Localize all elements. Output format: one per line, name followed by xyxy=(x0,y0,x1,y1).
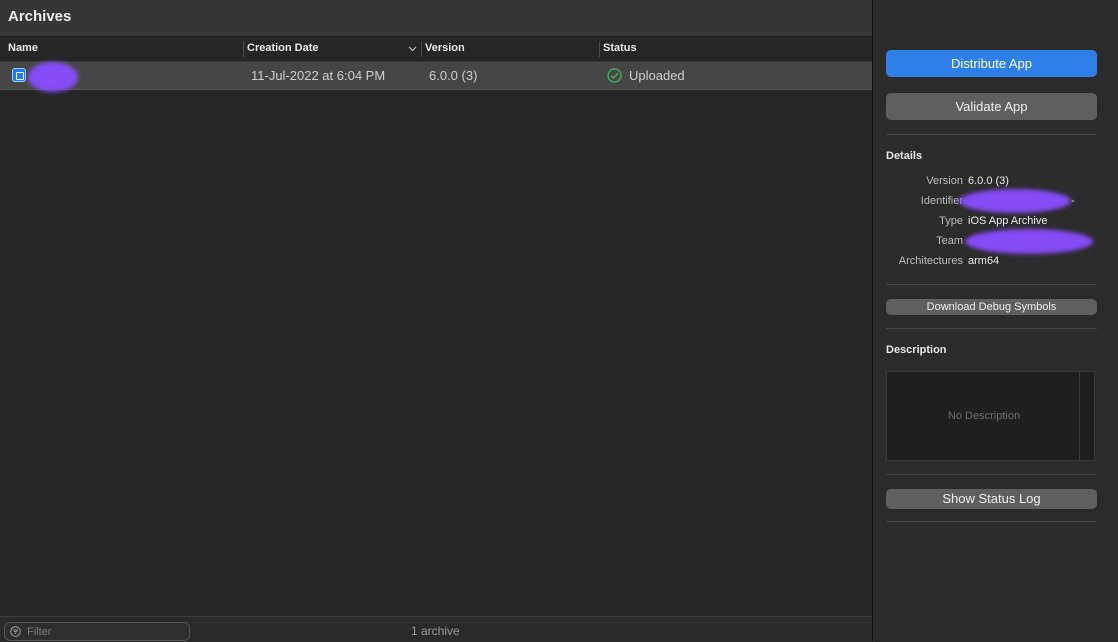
validate-app-button[interactable]: Validate App xyxy=(886,93,1097,120)
app-icon xyxy=(12,68,26,82)
divider xyxy=(886,284,1097,285)
chevron-down-icon xyxy=(408,46,417,52)
divider xyxy=(886,474,1097,475)
titlebar: Archives xyxy=(0,0,872,37)
detail-type-value: iOS App Archive xyxy=(968,215,1048,227)
detail-architectures-value: arm64 xyxy=(968,255,1000,267)
description-scrollbar[interactable] xyxy=(1079,372,1094,460)
divider xyxy=(886,521,1097,522)
distribute-app-button[interactable]: Distribute App xyxy=(886,50,1097,77)
detail-identifier-label: Identifier xyxy=(920,195,963,207)
download-debug-symbols-button[interactable]: Download Debug Symbols xyxy=(886,299,1097,315)
description-textarea[interactable]: No Description xyxy=(886,371,1095,461)
detail-identifier-value: - xyxy=(1071,195,1075,207)
row-status: Uploaded xyxy=(629,68,685,83)
column-creation-date-header[interactable]: Creation Date xyxy=(247,42,319,54)
inspector-pane: Distribute App Validate App Details Vers… xyxy=(872,0,1118,641)
column-version-header[interactable]: Version xyxy=(425,42,465,54)
row-version: 6.0.0 (3) xyxy=(429,68,478,83)
filter-input[interactable]: Filter xyxy=(4,622,190,641)
details-title: Details xyxy=(886,150,923,162)
checkmark-circle-icon xyxy=(607,68,622,83)
column-status-header[interactable]: Status xyxy=(603,42,637,54)
column-divider[interactable] xyxy=(599,41,600,57)
detail-architectures-label: Architectures xyxy=(898,255,963,267)
detail-version-label: Version xyxy=(926,175,963,187)
detail-type-label: Type xyxy=(939,215,963,227)
archive-count: 1 archive xyxy=(411,624,460,638)
show-status-log-button[interactable]: Show Status Log xyxy=(886,489,1097,509)
window-title: Archives xyxy=(8,8,72,25)
redacted-identifier xyxy=(959,189,1071,213)
column-name-header[interactable]: Name xyxy=(8,42,38,54)
detail-team-label: Team xyxy=(936,235,963,247)
column-divider[interactable] xyxy=(421,41,422,57)
divider xyxy=(886,328,1097,329)
table-row[interactable]: 11-Jul-2022 at 6:04 PM 6.0.0 (3) Uploade… xyxy=(0,62,872,92)
row-creation-date: 11-Jul-2022 at 6:04 PM xyxy=(251,68,386,83)
description-placeholder: No Description xyxy=(947,410,1021,422)
filter-icon xyxy=(10,626,21,637)
archives-list-pane: Archives Name Creation Date Version Stat… xyxy=(0,0,872,642)
footer-bar: Filter 1 archive xyxy=(0,616,872,642)
redacted-app-name xyxy=(28,62,78,92)
divider xyxy=(886,134,1097,135)
detail-version-value: 6.0.0 (3) xyxy=(968,175,1009,187)
column-divider[interactable] xyxy=(243,41,244,57)
description-title: Description xyxy=(886,344,947,356)
filter-placeholder: Filter xyxy=(27,626,52,638)
column-header: Name Creation Date Version Status xyxy=(0,37,872,62)
redacted-team xyxy=(965,229,1093,254)
